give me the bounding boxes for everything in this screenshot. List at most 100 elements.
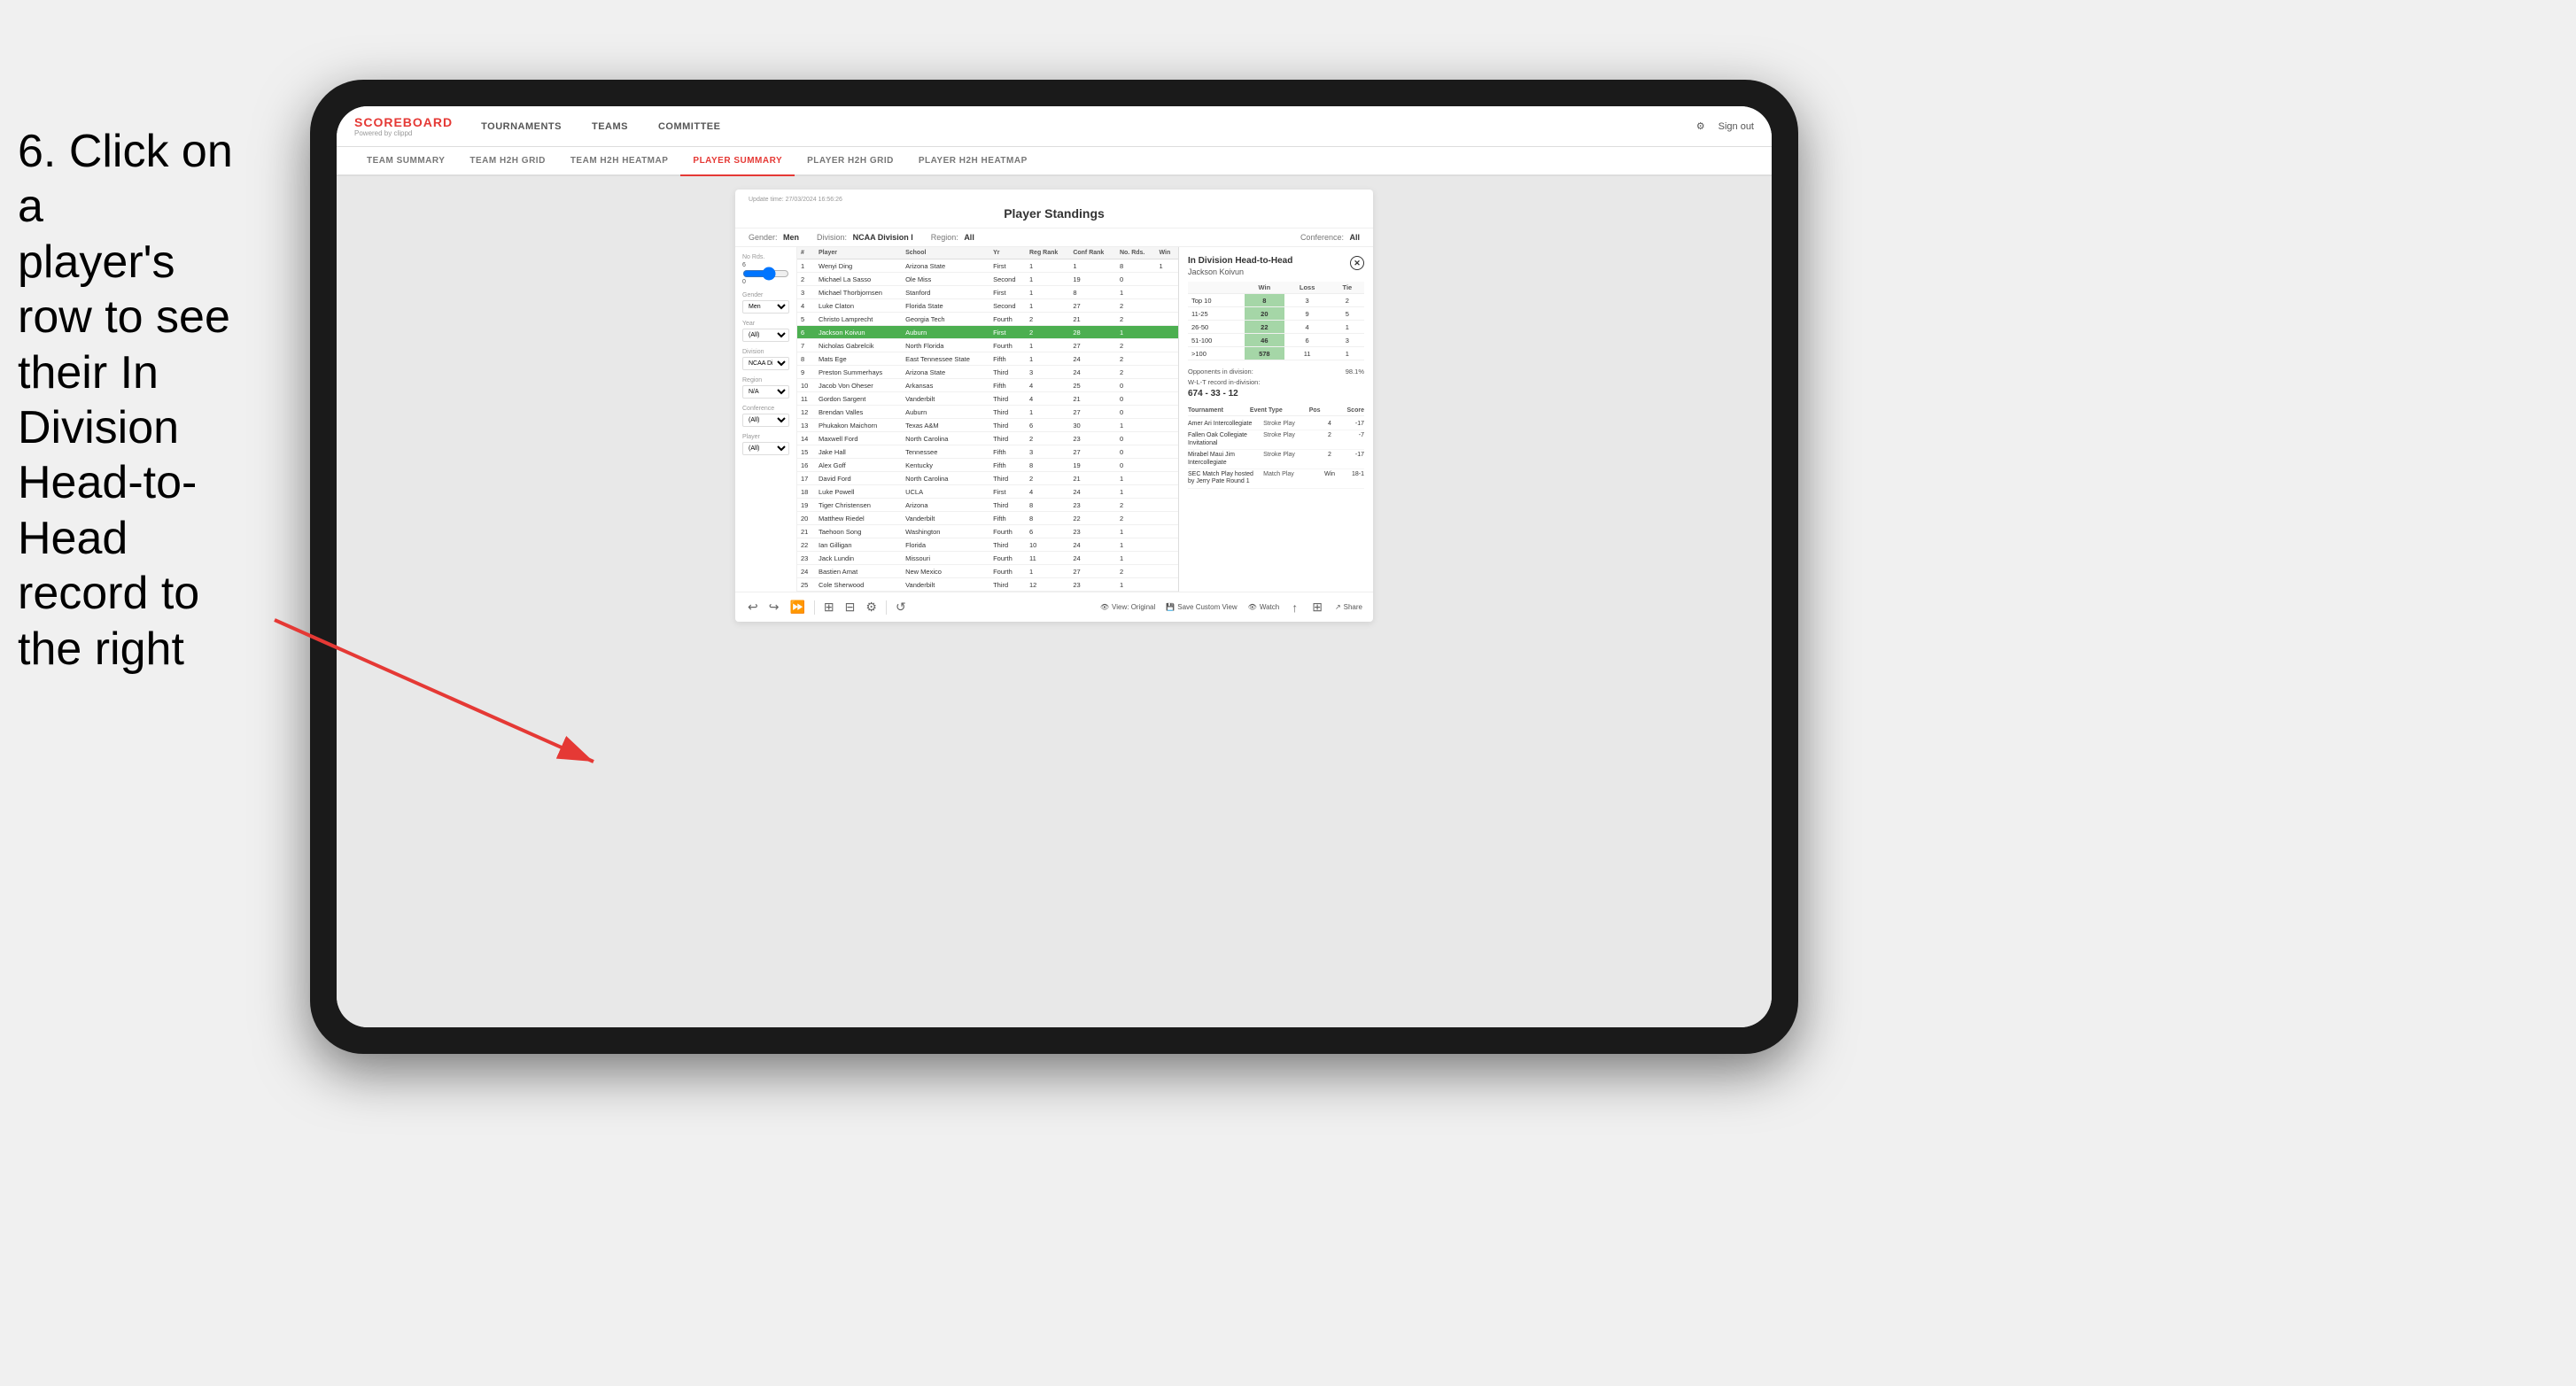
table-row[interactable]: 22 Ian Gilligan Florida Third 10 24 1 [797, 538, 1178, 552]
tourn-name: Mirabel Maui Jim Intercollegiate [1188, 452, 1260, 467]
table-row[interactable]: 23 Jack Lundin Missouri Fourth 11 24 1 [797, 552, 1178, 565]
year-filter: Year (All) [742, 321, 789, 342]
export-button[interactable]: ↑ [1290, 599, 1300, 616]
tab-team-h2h-grid[interactable]: TEAM H2H GRID [457, 147, 557, 176]
table-row[interactable]: 14 Maxwell Ford North Carolina Third 2 2… [797, 432, 1178, 445]
tab-team-summary[interactable]: TEAM SUMMARY [354, 147, 457, 176]
region-select[interactable]: N/A [742, 385, 789, 399]
instruction-line3: their In Division [18, 347, 179, 453]
table-row[interactable]: 21 Taehoon Song Washington Fourth 6 23 1 [797, 525, 1178, 538]
cell-win [1156, 525, 1178, 538]
settings-button[interactable]: ⚙ [864, 598, 879, 616]
table-row[interactable]: 16 Alex Goff Kentucky Fifth 8 19 0 [797, 459, 1178, 472]
no-rds-filter: No Rds. 6 0 [742, 254, 789, 285]
h2h-loss: 6 [1284, 334, 1331, 347]
cell-reg: 6 [1026, 525, 1069, 538]
cell-yr: Third [989, 432, 1026, 445]
h2h-header: In Division Head-to-Head Jackson Koivun … [1188, 256, 1364, 276]
h2h-loss: 4 [1284, 321, 1331, 334]
forward-button[interactable]: ⏩ [788, 598, 806, 616]
year-select[interactable]: (All) [742, 329, 789, 342]
nav-teams[interactable]: TEAMS [590, 117, 630, 136]
table-row[interactable]: 18 Luke Powell UCLA First 4 24 1 [797, 485, 1178, 499]
cell-school: New Mexico [902, 565, 989, 578]
cell-rank: 6 [797, 326, 815, 339]
table-row[interactable]: 11 Gordon Sargent Vanderbilt Third 4 21 … [797, 392, 1178, 406]
tourn-name: Amer Ari Intercollegiate [1188, 421, 1260, 428]
table-row[interactable]: 15 Jake Hall Tennessee Fifth 3 27 0 [797, 445, 1178, 459]
cell-player: Michael Thorbjornsen [815, 286, 902, 299]
tab-player-summary[interactable]: PLAYER SUMMARY [680, 147, 795, 176]
table-row[interactable]: 17 David Ford North Carolina Third 2 21 … [797, 472, 1178, 485]
rds-slider[interactable] [742, 269, 789, 278]
sign-out-link[interactable]: Sign out [1719, 121, 1754, 132]
table-row[interactable]: 7 Nicholas Gabrelcik North Florida Fourt… [797, 339, 1178, 352]
nav-committee[interactable]: COMMITTEE [656, 117, 723, 136]
table-row[interactable]: 12 Brendan Valles Auburn Third 1 27 0 [797, 406, 1178, 419]
refresh-button[interactable]: ↺ [894, 598, 908, 616]
grid-button[interactable]: ⊞ [1310, 598, 1324, 616]
cell-conf: 30 [1069, 419, 1116, 432]
cell-school: North Carolina [902, 472, 989, 485]
conference-select[interactable]: (All) [742, 414, 789, 427]
cell-yr: Fifth [989, 459, 1026, 472]
table-row[interactable]: 3 Michael Thorbjornsen Stanford First 1 … [797, 286, 1178, 299]
division-select[interactable]: NCAA Division I [742, 357, 789, 370]
table-row[interactable]: 6 Jackson Koivun Auburn First 2 28 1 [797, 326, 1178, 339]
cell-win [1156, 445, 1178, 459]
undo-button[interactable]: ↩ [746, 598, 760, 616]
table-row[interactable]: 19 Tiger Christensen Arizona Third 8 23 … [797, 499, 1178, 512]
view-original-button[interactable]: 👁 View: Original [1100, 603, 1155, 611]
tab-team-h2h-heatmap[interactable]: TEAM H2H HEATMAP [558, 147, 681, 176]
h2h-row: 11-25 20 9 5 [1188, 307, 1364, 321]
gender-select[interactable]: Men [742, 300, 789, 314]
table-row[interactable]: 20 Matthew Riedel Vanderbilt Fifth 8 22 … [797, 512, 1178, 525]
cell-yr: Fifth [989, 379, 1026, 392]
h2h-label: 51-100 [1188, 334, 1245, 347]
save-custom-button[interactable]: 💾 Save Custom View [1166, 603, 1237, 611]
share-button[interactable]: ↗ Share [1335, 603, 1362, 611]
table-row[interactable]: 8 Mats Ege East Tennessee State Fifth 1 … [797, 352, 1178, 366]
cell-yr: Third [989, 419, 1026, 432]
tab-player-h2h-heatmap[interactable]: PLAYER H2H HEATMAP [906, 147, 1040, 176]
tourn-type: Match Play [1263, 471, 1317, 486]
copy-button[interactable]: ⊞ [822, 598, 836, 616]
paste-button[interactable]: ⊟ [843, 598, 857, 616]
nav-items: TOURNAMENTS TEAMS COMMITTEE [479, 117, 722, 136]
cell-rds: 2 [1116, 313, 1156, 326]
redo-button[interactable]: ↪ [767, 598, 781, 616]
watch-button[interactable]: 👁 Watch [1248, 603, 1280, 611]
table-row[interactable]: 5 Christo Lamprecht Georgia Tech Fourth … [797, 313, 1178, 326]
cell-rds: 1 [1116, 286, 1156, 299]
table-row[interactable]: 2 Michael La Sasso Ole Miss Second 1 19 … [797, 273, 1178, 286]
cell-reg: 1 [1026, 339, 1069, 352]
table-row[interactable]: 9 Preston Summerhays Arizona State Third… [797, 366, 1178, 379]
h2h-row: >100 578 11 1 [1188, 347, 1364, 360]
cell-conf: 23 [1069, 578, 1116, 592]
cell-conf: 24 [1069, 485, 1116, 499]
table-row[interactable]: 4 Luke Claton Florida State Second 1 27 … [797, 299, 1178, 313]
cell-rds: 2 [1116, 565, 1156, 578]
h2h-close-button[interactable]: ✕ [1350, 256, 1364, 270]
cell-rds: 2 [1116, 352, 1156, 366]
table-row[interactable]: 10 Jacob Von Oheser Arkansas Fifth 4 25 … [797, 379, 1178, 392]
nav-tournaments[interactable]: TOURNAMENTS [479, 117, 563, 136]
cell-conf: 19 [1069, 273, 1116, 286]
cell-win [1156, 578, 1178, 592]
table-row[interactable]: 1 Wenyi Ding Arizona State First 1 1 8 1 [797, 259, 1178, 273]
cell-conf: 24 [1069, 366, 1116, 379]
table-row[interactable]: 13 Phukakon Maichorn Texas A&M Third 6 3… [797, 419, 1178, 432]
h2h-loss: 9 [1284, 307, 1331, 321]
h2h-tie: 1 [1331, 321, 1364, 334]
player-select[interactable]: (All) [742, 442, 789, 455]
cell-rank: 25 [797, 578, 815, 592]
tab-player-h2h-grid[interactable]: PLAYER H2H GRID [795, 147, 906, 176]
cell-rank: 17 [797, 472, 815, 485]
table-row[interactable]: 25 Cole Sherwood Vanderbilt Third 12 23 … [797, 578, 1178, 592]
cell-win [1156, 379, 1178, 392]
h2h-win: 20 [1245, 307, 1284, 321]
instruction-line4: Head-to-Head [18, 457, 197, 563]
instruction-text: 6. Click on a player's row to see their … [0, 106, 275, 694]
logo-powered: Powered by clippd [354, 129, 453, 137]
table-row[interactable]: 24 Bastien Amat New Mexico Fourth 1 27 2 [797, 565, 1178, 578]
